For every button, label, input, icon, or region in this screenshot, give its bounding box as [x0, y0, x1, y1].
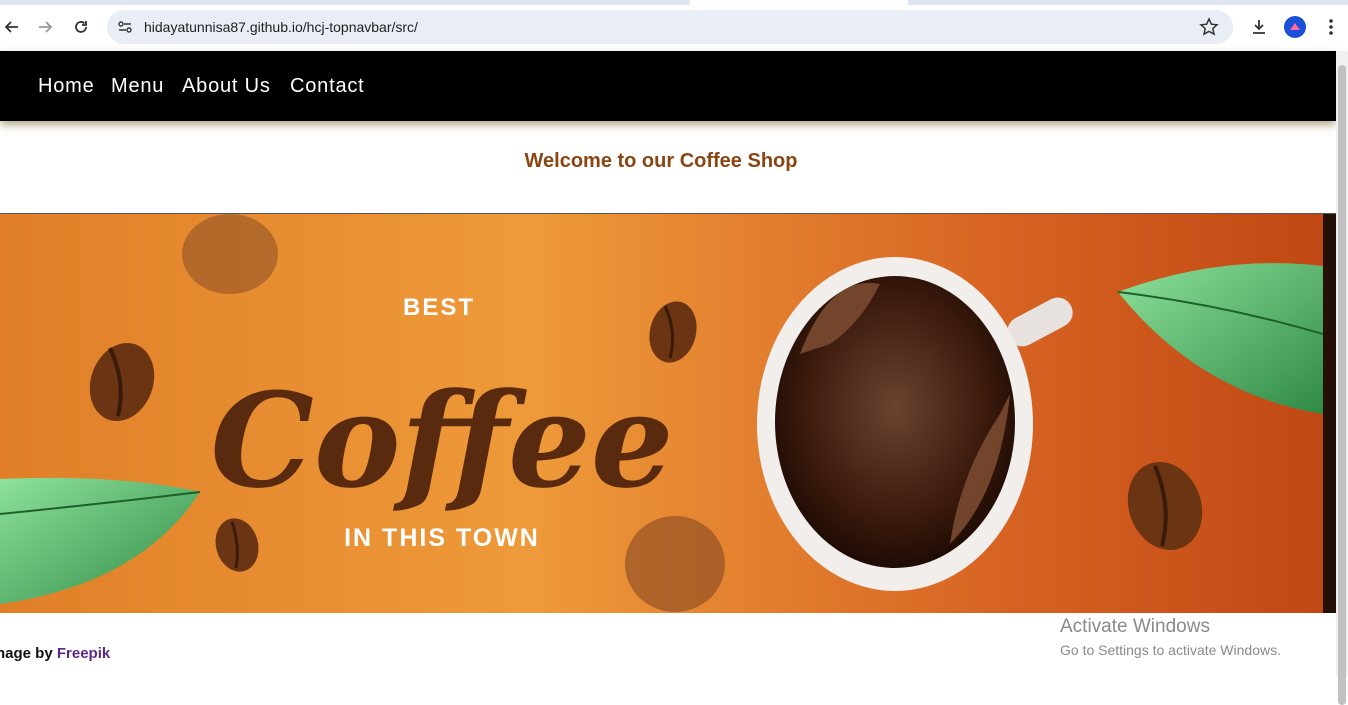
browser-toolbar: hidayatunnisa87.github.io/hcj-topnavbar/… — [0, 5, 1348, 52]
reload-icon — [75, 21, 87, 33]
url-text[interactable]: hidayatunnisa87.github.io/hcj-topnavbar/… — [144, 19, 418, 35]
image-credit: nage by Freepik — [0, 645, 110, 662]
back-button[interactable] — [0, 15, 24, 39]
profile-button[interactable] — [1283, 15, 1307, 39]
blurred-bean — [182, 214, 278, 294]
back-arrow-icon — [4, 21, 18, 33]
watermark-title: Activate Windows — [1060, 616, 1210, 637]
activate-windows-watermark: Activate Windows Go to Settings to activ… — [1060, 616, 1281, 658]
menu-button[interactable] — [1319, 15, 1343, 39]
nav-menu-link[interactable]: Menu — [111, 75, 164, 98]
download-icon — [1253, 20, 1265, 34]
nav-about-link[interactable]: About Us — [182, 75, 271, 98]
blurred-bean — [625, 516, 725, 612]
banner-edge — [1323, 214, 1336, 613]
scrollbar-thumb[interactable] — [1338, 65, 1346, 705]
address-bar[interactable]: hidayatunnisa87.github.io/hcj-topnavbar/… — [107, 10, 1233, 44]
top-navbar: Home Menu About Us Contact — [0, 51, 1336, 121]
site-settings-icon[interactable] — [117, 19, 133, 35]
coffee-banner-image: BEST Coffee IN THIS TOWN — [0, 214, 1323, 613]
forward-arrow-icon — [39, 21, 53, 33]
kebab-menu-icon — [1329, 19, 1333, 35]
welcome-heading: Welcome to our Coffee Shop — [524, 150, 798, 172]
freepik-link[interactable]: Freepik — [57, 645, 110, 662]
banner-best-text: BEST — [403, 294, 475, 321]
credit-prefix: nage by — [0, 645, 53, 662]
avatar — [1284, 16, 1306, 38]
download-button[interactable] — [1247, 15, 1271, 39]
bookmark-star-icon[interactable] — [1199, 17, 1219, 37]
profile-icon — [1290, 23, 1300, 30]
banner-coffee-text: Coffee — [210, 364, 673, 517]
banner-illustration: BEST Coffee IN THIS TOWN — [0, 214, 1323, 613]
forward-button[interactable] — [33, 15, 57, 39]
nav-contact-link[interactable]: Contact — [290, 75, 365, 98]
watermark-subtitle: Go to Settings to activate Windows. — [1060, 642, 1281, 658]
nav-home-link[interactable]: Home — [38, 75, 95, 98]
scrollbar[interactable] — [1336, 51, 1348, 705]
banner-town-text: IN THIS TOWN — [344, 524, 540, 552]
reload-button[interactable] — [69, 15, 93, 39]
